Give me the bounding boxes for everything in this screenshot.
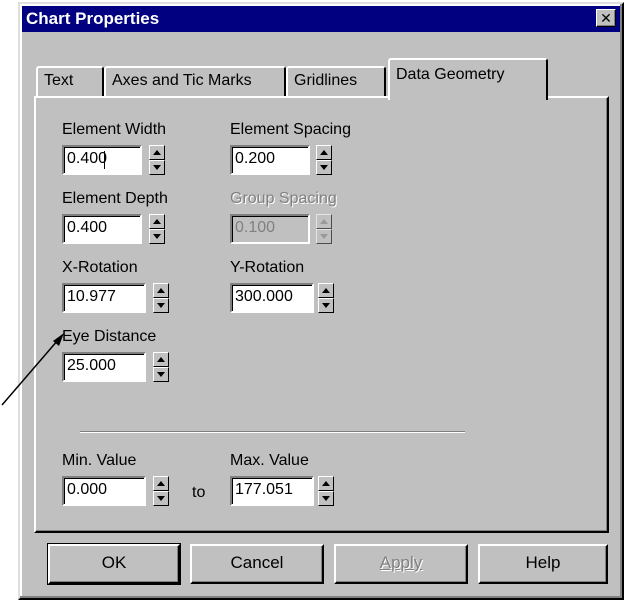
tab-label: Gridlines	[294, 72, 358, 89]
callout-arrow	[1, 333, 64, 406]
tab-label: Data Geometry	[396, 66, 505, 83]
tab-label: Text	[44, 72, 74, 89]
title-bar: Chart Properties ✕	[22, 6, 620, 32]
tab-data-geometry[interactable]: Data Geometry	[388, 58, 548, 100]
tab-label: Axes and Tic Marks	[112, 72, 252, 89]
ok-button[interactable]: OK	[47, 543, 181, 585]
tab-text[interactable]: Text	[36, 66, 104, 96]
tab-axes-and-tic-marks[interactable]: Axes and Tic Marks	[104, 66, 286, 96]
help-button[interactable]: Help	[478, 544, 608, 584]
window-title: Chart Properties	[26, 9, 160, 28]
chart-properties-dialog: Chart Properties ✕ Text Axes and Tic Mar…	[18, 2, 624, 600]
separator	[80, 431, 465, 433]
cancel-button[interactable]: Cancel	[190, 544, 324, 584]
close-icon: ✕	[600, 10, 612, 26]
apply-button: Apply	[334, 544, 468, 584]
tab-panel-data-geometry	[34, 96, 609, 533]
close-button[interactable]: ✕	[596, 9, 616, 27]
tab-gridlines[interactable]: Gridlines	[286, 66, 386, 96]
